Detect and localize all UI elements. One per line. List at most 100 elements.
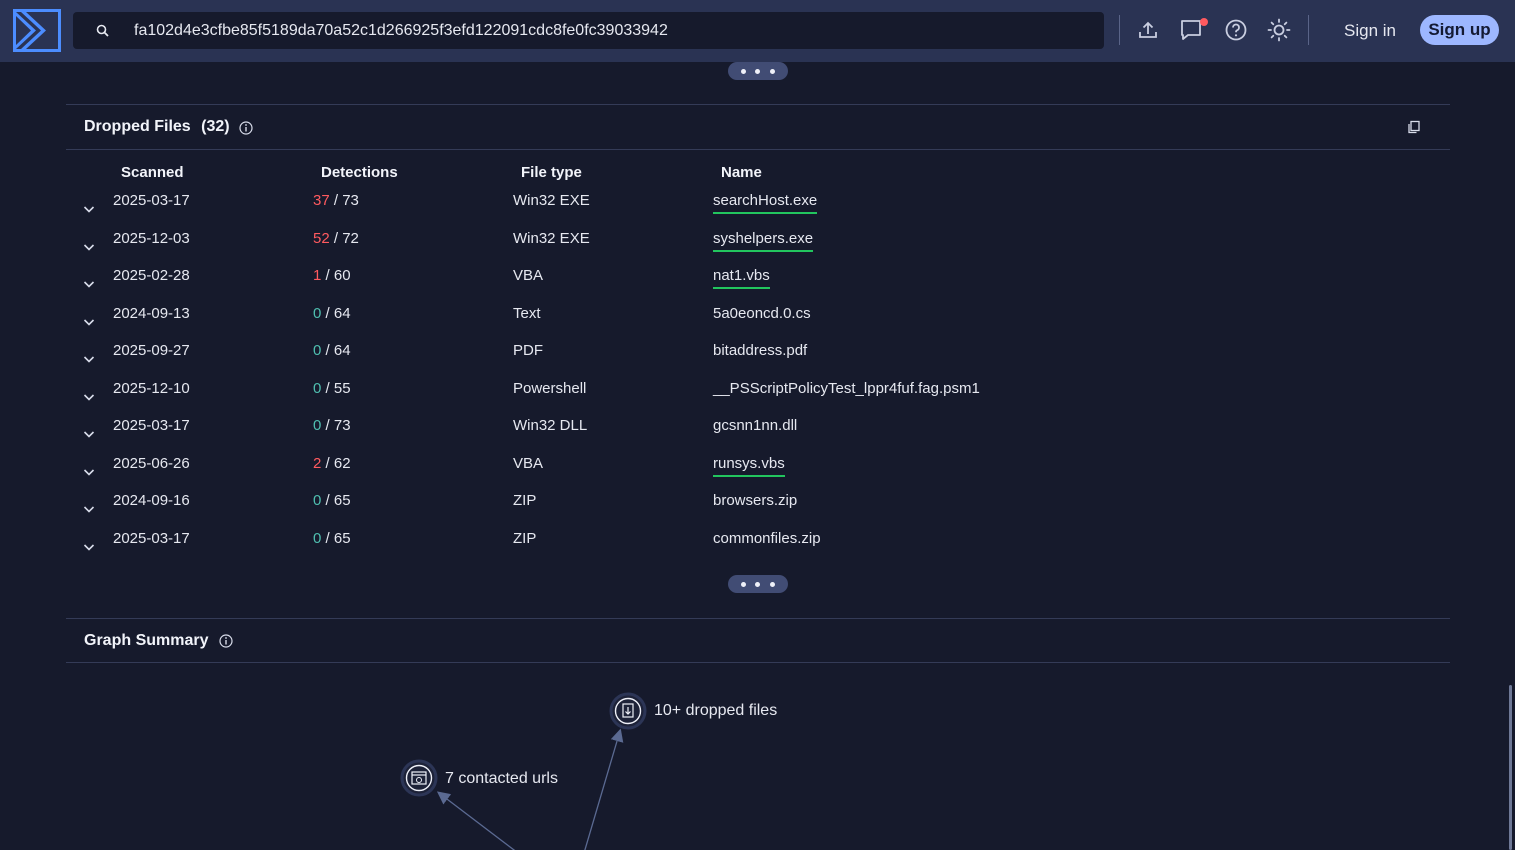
dropped-files-title-text: Dropped Files — [84, 118, 191, 135]
table-row[interactable]: 2025-03-17 0 / 65 ZIP commonfiles.zip — [66, 530, 1450, 567]
table-row[interactable]: 2025-06-26 2 / 62 VBA runsys.vbs — [66, 455, 1450, 492]
detections: 0 / 65 — [313, 492, 351, 510]
file-type: Text — [513, 305, 541, 322]
table-row[interactable]: 2025-03-17 37 / 73 Win32 EXE searchHost.exe — [66, 192, 1450, 229]
table-row[interactable]: 2025-09-27 0 / 64 PDF bitaddress.pdf — [66, 342, 1450, 379]
file-type: VBA — [513, 455, 544, 472]
detection-positives: 0 — [313, 380, 322, 397]
search-input[interactable] — [134, 12, 1084, 49]
scanned-date: 2025-09-27 — [113, 342, 190, 359]
chevron-down-icon[interactable] — [83, 427, 95, 439]
file-type: Win32 EXE — [513, 192, 590, 209]
table-row[interactable]: 2024-09-16 0 / 65 ZIP browsers.zip — [66, 492, 1450, 529]
detection-total: / 73 — [333, 192, 359, 209]
detection-positives: 0 — [313, 530, 322, 547]
file-name-link[interactable]: nat1.vbs — [713, 267, 770, 289]
file-name[interactable]: searchHost.exe — [713, 192, 818, 214]
table-row[interactable]: 2025-12-10 0 / 55 Powershell __PSScriptPoli… — [66, 380, 1450, 417]
file-name[interactable]: browsers.zip — [713, 492, 797, 509]
detections: 37 / 73 — [313, 192, 359, 210]
column-header-name[interactable]: Name — [721, 164, 762, 181]
dropped-files-node-label[interactable]: 10+ dropped files — [654, 702, 777, 720]
top-bar: Sign in Sign up — [0, 0, 1515, 62]
detection-total: / 65 — [325, 492, 351, 509]
file-name-link[interactable]: bitaddress.pdf — [713, 342, 807, 360]
chevron-down-icon[interactable] — [83, 540, 95, 552]
notification-badge — [1200, 18, 1208, 26]
file-name-link[interactable]: 5a0eoncd.0.cs — [713, 305, 811, 323]
file-name[interactable]: runsys.vbs — [713, 455, 785, 477]
chevron-down-icon[interactable] — [83, 352, 95, 364]
table-row[interactable]: 2025-02-28 1 / 60 VBA nat1.vbs — [66, 267, 1450, 304]
table-row[interactable]: 2024-09-13 0 / 64 Text 5a0eoncd.0.cs — [66, 305, 1450, 342]
scanned-date: 2025-03-17 — [113, 530, 190, 547]
file-name-link[interactable]: runsys.vbs — [713, 455, 785, 477]
sign-in-button[interactable]: Sign in — [1333, 16, 1407, 46]
file-name-link[interactable]: browsers.zip — [713, 492, 797, 510]
theme-toggle-icon[interactable] — [1266, 17, 1292, 43]
file-name[interactable]: bitaddress.pdf — [713, 342, 807, 359]
chevron-down-icon[interactable] — [83, 240, 95, 252]
chevron-down-icon[interactable] — [83, 277, 95, 289]
file-type: PDF — [513, 342, 543, 359]
contacted-urls-node-icon[interactable] — [400, 759, 438, 797]
virustotal-logo-icon[interactable] — [13, 9, 61, 52]
detection-total: / 60 — [325, 267, 351, 284]
chevron-down-icon[interactable] — [83, 315, 95, 327]
detections: 2 / 62 — [313, 455, 351, 473]
scanned-date: 2024-09-13 — [113, 305, 190, 322]
graph-edges — [400, 692, 647, 850]
chevron-down-icon[interactable] — [83, 465, 95, 477]
chevron-down-icon[interactable] — [83, 390, 95, 402]
file-type: Powershell — [513, 380, 587, 397]
detection-total: / 64 — [325, 305, 351, 322]
column-header-file-type[interactable]: File type — [521, 164, 582, 181]
dropped-files-node-icon[interactable] — [609, 692, 647, 730]
show-more-button[interactable] — [728, 575, 788, 593]
show-more-button[interactable] — [728, 62, 788, 80]
file-type: Win32 EXE — [513, 230, 590, 247]
copy-icon[interactable] — [1407, 120, 1421, 134]
detection-total: / 72 — [333, 230, 359, 247]
detections: 52 / 72 — [313, 230, 359, 248]
scrollbar[interactable] — [1509, 685, 1512, 850]
scanned-date: 2025-12-03 — [113, 230, 190, 247]
graph-summary-title: Graph Summary — [84, 632, 209, 649]
column-header-scanned[interactable]: Scanned — [121, 164, 184, 181]
detection-positives: 0 — [313, 305, 322, 322]
file-name[interactable]: syshelpers.exe — [713, 230, 814, 252]
sign-up-button[interactable]: Sign up — [1420, 15, 1499, 45]
section-divider — [66, 104, 1450, 105]
detection-total: / 55 — [325, 380, 351, 397]
file-name[interactable]: gcsnn1nn.dll — [713, 417, 797, 434]
table-row[interactable]: 2025-03-17 0 / 73 Win32 DLL gcsnn1nn.dll — [66, 417, 1450, 454]
file-name[interactable]: __PSScriptPolicyTest_lppr4fuf.fag.psm1 — [713, 380, 980, 397]
file-name[interactable]: 5a0eoncd.0.cs — [713, 305, 811, 322]
file-name-link[interactable]: searchHost.exe — [713, 192, 818, 214]
detection-positives: 2 — [313, 455, 322, 472]
graph-summary-canvas[interactable]: 10+ dropped files 7 contacted urls — [66, 663, 1450, 850]
table-row[interactable]: 2025-12-03 52 / 72 Win32 EXE syshelpers.exe — [66, 230, 1450, 267]
file-name-link[interactable]: gcsnn1nn.dll — [713, 417, 797, 435]
contacted-urls-node-label[interactable]: 7 contacted urls — [445, 770, 558, 788]
file-name-link[interactable]: __PSScriptPolicyTest_lppr4fuf.fag.psm1 — [713, 380, 980, 398]
info-icon[interactable] — [219, 634, 233, 648]
column-header-detections[interactable]: Detections — [321, 164, 398, 181]
section-divider — [66, 618, 1450, 619]
file-name-link[interactable]: commonfiles.zip — [713, 530, 821, 548]
detection-total: / 64 — [325, 342, 351, 359]
detection-total: / 62 — [325, 455, 351, 472]
chevron-down-icon[interactable] — [83, 502, 95, 514]
scanned-date: 2024-09-16 — [113, 492, 190, 509]
file-name[interactable]: nat1.vbs — [713, 267, 770, 289]
chevron-down-icon[interactable] — [83, 202, 95, 214]
scanned-date: 2025-03-17 — [113, 417, 190, 434]
file-type: ZIP — [513, 492, 537, 509]
upload-icon[interactable] — [1135, 17, 1161, 43]
file-name-link[interactable]: syshelpers.exe — [713, 230, 814, 252]
file-name[interactable]: commonfiles.zip — [713, 530, 821, 547]
search-bar[interactable] — [73, 12, 1104, 49]
info-icon[interactable] — [239, 121, 253, 135]
help-icon[interactable] — [1223, 17, 1249, 43]
detection-total: / 73 — [325, 417, 351, 434]
